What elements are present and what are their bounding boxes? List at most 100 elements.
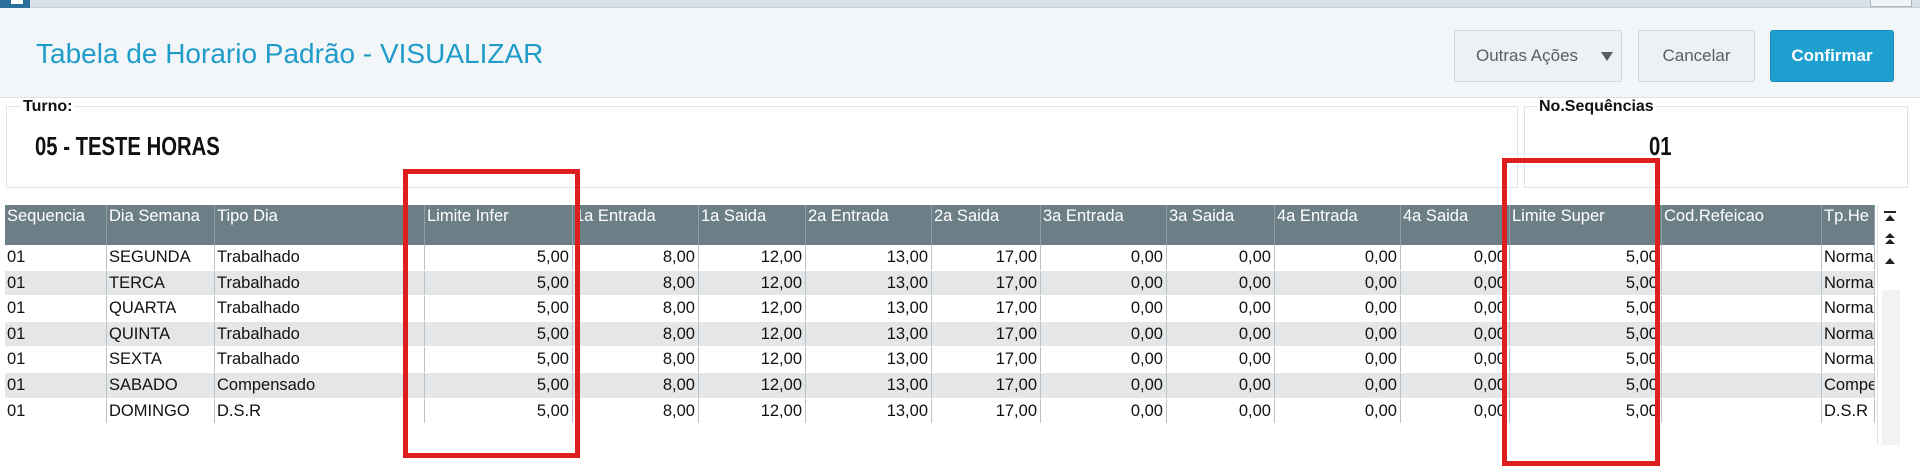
table-cell — [1662, 296, 1822, 321]
table-cell: 0,00 — [1167, 296, 1275, 321]
column-header[interactable]: 2a Saida — [932, 205, 1041, 245]
column-header[interactable]: 4a Saida — [1401, 205, 1510, 245]
table-cell: 13,00 — [806, 347, 932, 372]
other-actions-label: Outras Ações — [1475, 46, 1579, 65]
column-header[interactable]: Sequencia — [5, 205, 107, 245]
table-cell: 17,00 — [932, 321, 1041, 347]
table-cell: Normal — [1822, 347, 1875, 372]
column-header[interactable]: 1a Saida — [699, 205, 806, 245]
window-control-button[interactable] — [1870, 0, 1912, 7]
page-header: Tabela de Horario Padrão - VISUALIZAR Ou… — [0, 8, 1920, 98]
table-cell: 01 — [5, 398, 107, 424]
table-cell — [1662, 245, 1822, 270]
table-cell: 0,00 — [1041, 373, 1167, 398]
table-cell — [1662, 398, 1822, 424]
column-header[interactable]: Cod.Refeicao — [1662, 205, 1822, 245]
table-cell: 0,00 — [1275, 347, 1401, 372]
highlight-limite-infer — [403, 169, 580, 458]
table-cell: Trabalhado — [215, 270, 425, 296]
caret-down-icon — [1601, 52, 1613, 61]
table-cell: 0,00 — [1041, 296, 1167, 321]
column-header[interactable]: 2a Entrada — [806, 205, 932, 245]
column-header[interactable]: 1a Entrada — [573, 205, 699, 245]
table-cell: 8,00 — [573, 398, 699, 424]
column-header[interactable]: Tipo Dia — [215, 205, 425, 245]
page-title: Tabela de Horario Padrão - VISUALIZAR — [36, 38, 544, 69]
table-cell: 12,00 — [699, 296, 806, 321]
table-cell: 13,00 — [806, 270, 932, 296]
table-cell: 0,00 — [1401, 347, 1510, 372]
chevron-bar-up-icon[interactable] — [1880, 229, 1900, 249]
table-cell: Trabalhado — [215, 321, 425, 347]
column-header[interactable]: 4a Entrada — [1275, 205, 1401, 245]
turno-value: 05 - TESTE HORAS — [35, 131, 220, 161]
cancel-button[interactable]: Cancelar — [1638, 30, 1755, 82]
table-cell: 13,00 — [806, 296, 932, 321]
table-cell: 0,00 — [1041, 347, 1167, 372]
turno-field: Turno: 05 - TESTE HORAS — [6, 98, 1518, 188]
table-cell: 17,00 — [932, 347, 1041, 372]
table-cell: 0,00 — [1275, 398, 1401, 424]
double-chevron-up-icon[interactable] — [1880, 207, 1900, 227]
table-cell: 13,00 — [806, 398, 932, 424]
table-cell: Normal — [1822, 245, 1875, 270]
table-cell: 12,00 — [699, 347, 806, 372]
table-cell: 0,00 — [1167, 270, 1275, 296]
table-cell: 0,00 — [1401, 398, 1510, 424]
table-cell: 0,00 — [1401, 321, 1510, 347]
table-cell: 12,00 — [699, 270, 806, 296]
table-cell: 8,00 — [573, 373, 699, 398]
table-cell — [1662, 373, 1822, 398]
window-topbar — [0, 0, 1920, 8]
table-cell: 0,00 — [1275, 270, 1401, 296]
table-cell: 17,00 — [932, 373, 1041, 398]
table-cell: 01 — [5, 245, 107, 270]
table-cell: SEXTA — [107, 347, 215, 372]
table-cell: 8,00 — [573, 270, 699, 296]
column-header[interactable]: 3a Entrada — [1041, 205, 1167, 245]
table-cell: 01 — [5, 373, 107, 398]
table-cell: 13,00 — [806, 373, 932, 398]
table-cell: 0,00 — [1401, 373, 1510, 398]
column-header[interactable]: Dia Semana — [107, 205, 215, 245]
table-cell: 0,00 — [1275, 245, 1401, 270]
scrollbar-track[interactable] — [1882, 290, 1900, 445]
table-cell: 12,00 — [699, 398, 806, 424]
table-cell: 0,00 — [1167, 321, 1275, 347]
table-cell — [1662, 321, 1822, 347]
other-actions-button[interactable]: Outras Ações — [1454, 30, 1622, 82]
table-cell: 0,00 — [1275, 296, 1401, 321]
table-cell: Compe — [1822, 373, 1875, 398]
table-cell: 01 — [5, 296, 107, 321]
table-cell: 0,00 — [1401, 245, 1510, 270]
table-cell: 0,00 — [1167, 245, 1275, 270]
table-cell: 8,00 — [573, 296, 699, 321]
table-cell: SEGUNDA — [107, 245, 215, 270]
table-cell: Trabalhado — [215, 245, 425, 270]
table-cell: 8,00 — [573, 321, 699, 347]
turno-label: Turno: — [21, 98, 75, 116]
table-cell: 0,00 — [1167, 373, 1275, 398]
table-cell: 0,00 — [1275, 373, 1401, 398]
app-menu-icon[interactable] — [0, 0, 30, 8]
chevron-up-icon[interactable] — [1880, 251, 1900, 271]
table-cell: Normal — [1822, 296, 1875, 321]
table-cell: 8,00 — [573, 347, 699, 372]
table-cell: Trabalhado — [215, 347, 425, 372]
table-cell: 0,00 — [1167, 347, 1275, 372]
table-cell: 17,00 — [932, 296, 1041, 321]
table-cell: 17,00 — [932, 398, 1041, 424]
table-cell: SABADO — [107, 373, 215, 398]
column-header[interactable]: 3a Saida — [1167, 205, 1275, 245]
table-cell: 0,00 — [1401, 270, 1510, 296]
confirm-button[interactable]: Confirmar — [1770, 30, 1894, 82]
table-cell: Normal — [1822, 270, 1875, 296]
highlight-limite-super — [1502, 158, 1660, 466]
column-header[interactable]: Tp.He N — [1822, 205, 1875, 245]
table-cell: 0,00 — [1041, 270, 1167, 296]
table-cell: TERCA — [107, 270, 215, 296]
table-cell: 0,00 — [1401, 296, 1510, 321]
table-cell: 0,00 — [1167, 398, 1275, 424]
table-cell: 12,00 — [699, 373, 806, 398]
table-cell: 0,00 — [1041, 245, 1167, 270]
